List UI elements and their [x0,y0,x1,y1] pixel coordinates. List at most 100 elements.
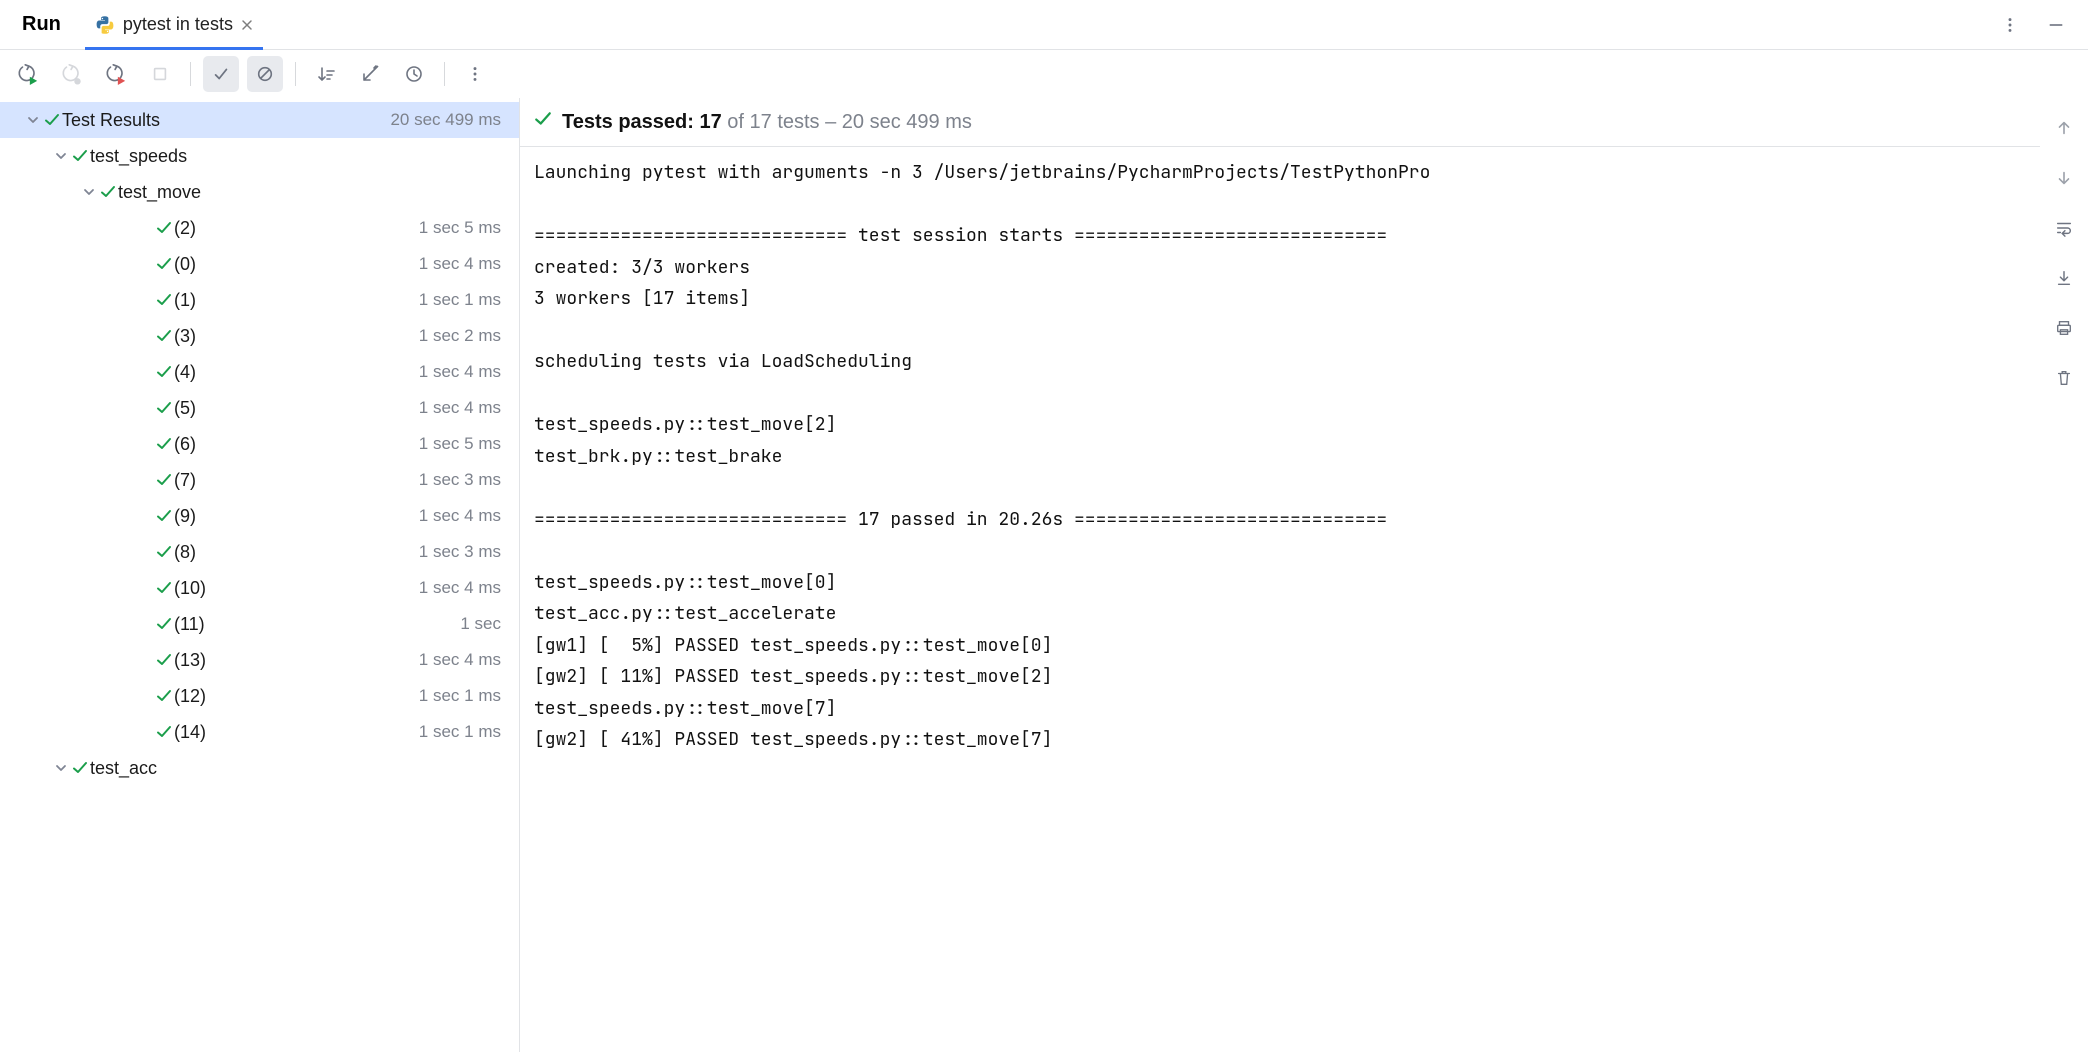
tree-item-label: (8) [174,542,419,563]
tree-item-time: 1 sec 5 ms [419,434,501,454]
minimize-icon[interactable] [2040,9,2072,41]
pass-icon [154,400,174,416]
tree-item-time: 1 sec 4 ms [419,362,501,382]
tree-item-time: 1 sec 3 ms [419,542,501,562]
tree-test[interactable]: (0) 1 sec 4 ms [0,246,519,282]
status-total-and-time: of 17 tests – 20 sec 499 ms [727,111,972,133]
tree-item-label: (4) [174,362,419,383]
tree-item-label: (1) [174,290,419,311]
tree-item-label: (3) [174,326,419,347]
tree-item-label: test_speeds [90,146,501,167]
prev-occurrence-icon[interactable] [2048,112,2080,144]
tree-item-label: (9) [174,506,419,527]
tree-item-label: (11) [174,614,460,635]
tree-group-test_acc[interactable]: test_acc [0,750,519,786]
stop-button[interactable] [142,56,178,92]
tree-item-time: 20 sec 499 ms [390,110,501,130]
run-tool-label: Run [14,13,69,36]
test-tree: Test Results 20 sec 499 ms test_speeds t… [0,98,520,1052]
rerun-automatic-button[interactable] [54,56,90,92]
pass-icon [154,508,174,524]
show-passed-toggle[interactable] [203,56,239,92]
tree-item-time: 1 sec 4 ms [419,578,501,598]
expand-arrow-icon[interactable] [24,114,42,126]
tree-item-time: 1 sec 1 ms [419,722,501,742]
tree-item-label: (12) [174,686,419,707]
tree-item-label: (14) [174,722,419,743]
pass-icon [154,436,174,452]
tree-item-label: Test Results [62,110,390,131]
clear-all-icon[interactable] [2048,362,2080,394]
tree-test[interactable]: (4) 1 sec 4 ms [0,354,519,390]
pass-icon [154,688,174,704]
tree-item-time: 1 sec 2 ms [419,326,501,346]
tree-item-label: (2) [174,218,419,239]
tree-test[interactable]: (12) 1 sec 1 ms [0,678,519,714]
pass-icon [154,220,174,236]
pass-icon [154,580,174,596]
expand-arrow-icon[interactable] [52,762,70,774]
rerun-button[interactable] [10,56,46,92]
tree-item-time: 1 sec 4 ms [419,506,501,526]
pass-icon [154,256,174,272]
sort-button[interactable] [308,56,344,92]
tree-item-label: (10) [174,578,419,599]
tree-test[interactable]: (2) 1 sec 5 ms [0,210,519,246]
tree-test[interactable]: (1) 1 sec 1 ms [0,282,519,318]
scroll-to-end-icon[interactable] [2048,262,2080,294]
tree-test[interactable]: (11) 1 sec [0,606,519,642]
console-output[interactable]: Launching pytest with arguments -n 3 /Us… [520,146,2040,1052]
tree-test[interactable]: (10) 1 sec 4 ms [0,570,519,606]
tree-item-time: 1 sec 3 ms [419,470,501,490]
tree-item-time: 1 sec 1 ms [419,686,501,706]
pass-icon [154,292,174,308]
pass-icon [534,110,552,134]
tree-test[interactable]: (8) 1 sec 3 ms [0,534,519,570]
close-tab-icon[interactable] [241,19,253,31]
pass-icon [154,616,174,632]
tree-test[interactable]: (7) 1 sec 3 ms [0,462,519,498]
expand-arrow-icon[interactable] [80,186,98,198]
tree-test[interactable]: (14) 1 sec 1 ms [0,714,519,750]
tree-item-time: 1 sec 4 ms [419,254,501,274]
tab-title: pytest in tests [123,14,233,35]
expand-all-button[interactable] [352,56,388,92]
test-toolbar [0,50,2088,98]
tree-item-label: (5) [174,398,419,419]
pass-icon [154,364,174,380]
pass-icon [42,112,62,128]
status-passed-count: Tests passed: 17 [562,111,722,133]
tree-test[interactable]: (9) 1 sec 4 ms [0,498,519,534]
tree-item-label: (7) [174,470,419,491]
more-icon[interactable] [1994,9,2026,41]
tree-test[interactable]: (6) 1 sec 5 ms [0,426,519,462]
pass-icon [154,472,174,488]
pass-icon [70,760,90,776]
python-icon [95,15,115,35]
tree-item-label: test_acc [90,758,501,779]
tree-test[interactable]: (5) 1 sec 4 ms [0,390,519,426]
tabbar: Run pytest in tests [0,0,2088,50]
pass-icon [98,184,118,200]
tab-pytest-in-tests[interactable]: pytest in tests [85,0,263,49]
test-status-line: Tests passed: 17 of 17 tests – 20 sec 49… [520,98,2040,146]
print-icon[interactable] [2048,312,2080,344]
show-ignored-toggle[interactable] [247,56,283,92]
tree-item-time: 1 sec 4 ms [419,650,501,670]
rerun-failed-button[interactable] [98,56,134,92]
tree-group-test_move[interactable]: test_move [0,174,519,210]
tree-group-test_speeds[interactable]: test_speeds [0,138,519,174]
tree-root[interactable]: Test Results 20 sec 499 ms [0,102,519,138]
tree-item-time: 1 sec 5 ms [419,218,501,238]
tree-item-time: 1 sec 4 ms [419,398,501,418]
pass-icon [154,652,174,668]
pass-icon [154,724,174,740]
tree-test[interactable]: (3) 1 sec 2 ms [0,318,519,354]
test-history-button[interactable] [396,56,432,92]
tree-test[interactable]: (13) 1 sec 4 ms [0,642,519,678]
expand-arrow-icon[interactable] [52,150,70,162]
next-occurrence-icon[interactable] [2048,162,2080,194]
toolbar-more-button[interactable] [457,56,493,92]
soft-wrap-icon[interactable] [2048,212,2080,244]
tree-item-time: 1 sec 1 ms [419,290,501,310]
